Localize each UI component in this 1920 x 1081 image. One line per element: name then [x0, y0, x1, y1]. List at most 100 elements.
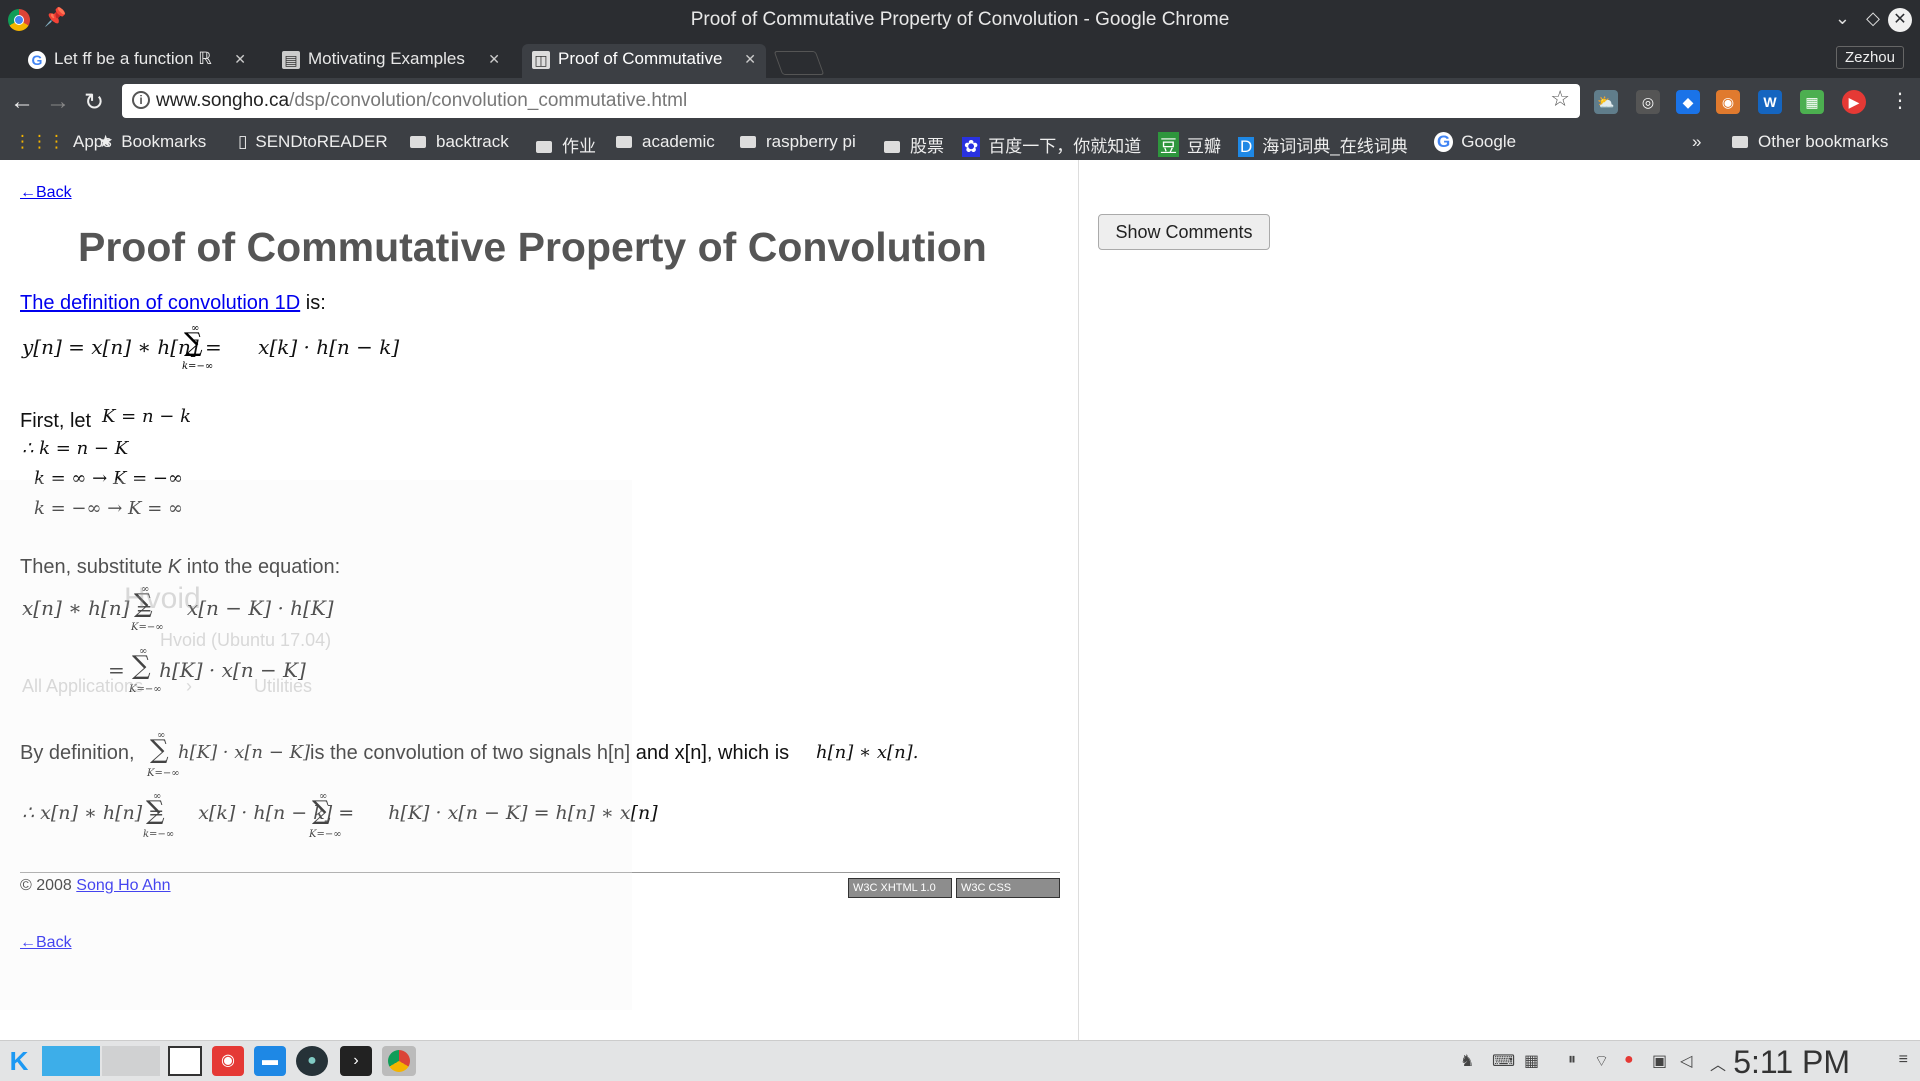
window-titlebar: 📌 Proof of Commutative Property of Convo… [0, 0, 1920, 40]
clock[interactable]: 5:11 PM [1733, 1044, 1850, 1081]
back-link-bottom[interactable]: ←Back [20, 934, 72, 952]
bookmark-label: Google [1461, 132, 1517, 151]
owl-extension-icon[interactable]: ◉ [1716, 90, 1740, 114]
author-link[interactable]: Song Ho Ahn [76, 877, 170, 894]
step-1: ∴ k = n − K [22, 438, 129, 459]
bookmark-homework[interactable]: 作业 [536, 132, 596, 157]
tab-3-active[interactable]: ◫ Proof of Commutative ✕ [522, 44, 766, 78]
terminal-icon[interactable]: › [340, 1046, 372, 1076]
panel-menu-icon[interactable]: ≡ [1899, 1051, 1908, 1069]
chrome-menu-icon[interactable]: ⋮ [1890, 88, 1910, 113]
address-bar[interactable]: i www.songho.ca/dsp/convolution/convolut… [122, 84, 1580, 118]
keyboard-icon[interactable]: ⌨ [1492, 1051, 1515, 1071]
reload-icon[interactable]: ↻ [84, 88, 104, 117]
by-definition-explanation: is the convolution of two signals h[n] a… [310, 742, 790, 764]
profile-button[interactable]: Zezhou [1835, 46, 1904, 69]
baidu-icon: ✿ [962, 137, 981, 157]
tab-label: Motivating Examples [308, 49, 465, 68]
system-monitor-icon[interactable]: ● [296, 1046, 328, 1076]
article-content: ←Back Proof of Commutative Property of C… [0, 160, 1079, 1040]
apps-grid-icon: ⋮⋮⋮ [14, 132, 65, 151]
bookmark-label: 海词词典_在线词典 [1262, 137, 1408, 156]
book-icon: ▤ [282, 51, 300, 69]
sum-lower: K=−∞ [131, 622, 164, 633]
step-2: k = ∞ → K = −∞ [34, 468, 184, 489]
chrome-taskbar-button[interactable] [382, 1046, 416, 1076]
chrome-icon [388, 1050, 410, 1072]
keyboard-layout-icon[interactable]: ▦ [1524, 1051, 1539, 1071]
substitute-variable: K [167, 556, 182, 578]
forward-arrow-icon[interactable]: → [46, 88, 70, 116]
shield-extension-icon[interactable]: ◆ [1676, 90, 1700, 114]
w-extension-icon[interactable]: W [1758, 90, 1782, 114]
clipboard-icon[interactable]: ▣ [1652, 1051, 1667, 1071]
bookmark-douban[interactable]: 豆豆瓣 [1158, 132, 1221, 157]
step-3: k = −∞ → K = ∞ [34, 498, 184, 519]
close-window-button[interactable]: ✕ [1888, 8, 1912, 32]
tray-expand-icon[interactable]: ︿ [1710, 1051, 1726, 1075]
back-arrow-icon[interactable]: ← [10, 88, 34, 116]
window-icon[interactable] [168, 1046, 202, 1076]
xhtml-badge[interactable]: W3C XHTML 1.0 [848, 878, 952, 898]
copyright: © 2008 Song Ho Ahn [20, 877, 171, 895]
desktop-pager-1[interactable] [42, 1046, 100, 1076]
tab-close-icon[interactable]: ✕ [744, 44, 756, 74]
play-extension-icon[interactable]: ▶ [1842, 90, 1866, 114]
new-tab-button[interactable] [773, 51, 825, 75]
bookmark-google[interactable]: G Google [1434, 132, 1516, 152]
bydef-result: h[n] ∗ x[n]. [816, 742, 919, 763]
page-title: Proof of Commutative Property of Convolu… [78, 224, 987, 270]
bookmark-label: SENDtoREADER [255, 132, 388, 151]
page-icon: ▯ [238, 132, 248, 151]
user-alert-icon[interactable]: ● [1624, 1051, 1634, 1069]
file-manager-icon[interactable]: ▬ [254, 1046, 286, 1076]
tab-close-icon[interactable]: ✕ [234, 44, 246, 74]
netease-music-icon[interactable]: ◉ [212, 1046, 244, 1076]
info-icon[interactable]: i [132, 91, 150, 109]
sum-lower: k=−∞ [182, 361, 214, 372]
bookmark-dict[interactable]: D 海词词典_在线词典 [1238, 132, 1416, 157]
data-saver-extension-icon[interactable]: ⛅ [1594, 90, 1618, 114]
volume-icon[interactable]: ◁ [1680, 1051, 1692, 1071]
url-text[interactable]: www.songho.ca/dsp/convolution/convolutio… [156, 90, 687, 112]
bookmark-raspberry-pi[interactable]: raspberry pi [740, 132, 856, 152]
minimize-icon[interactable]: ⌄ [1835, 8, 1850, 29]
tab-2[interactable]: ▤ Motivating Examples ✕ [272, 44, 510, 78]
definition-line: The definition of convolution 1D is: [20, 292, 326, 315]
other-bookmarks[interactable]: Other bookmarks [1732, 132, 1888, 152]
sum-upper: ∞ [157, 730, 166, 741]
bookmark-star-icon[interactable]: ☆ [1550, 86, 1570, 112]
bookmark-stocks[interactable]: 股票 [884, 132, 944, 157]
google-icon: G [28, 51, 46, 69]
reader-extension-icon[interactable]: ◎ [1636, 90, 1660, 114]
browser-toolbar: ← → ↻ i www.songho.ca/dsp/convolution/co… [0, 78, 1920, 126]
grid-extension-icon[interactable]: ▦ [1800, 90, 1824, 114]
kde-launcher-icon[interactable]: K [4, 1046, 34, 1076]
show-comments-button[interactable]: Show Comments [1098, 214, 1270, 250]
bookmark-label: 豆瓣 [1187, 137, 1221, 156]
kde-connect-icon[interactable]: ♞ [1460, 1051, 1474, 1071]
url-domain: www.songho.ca [156, 90, 290, 111]
bookmark-backtrack[interactable]: backtrack [410, 132, 509, 152]
bookmark-academic[interactable]: academic [616, 132, 715, 152]
bookmark-bookmarks[interactable]: ★ Bookmarks [98, 132, 206, 152]
substitute-text-1: Then, substitute [20, 556, 168, 578]
bookmark-baidu[interactable]: ✿ 百度一下，你就知道 [962, 132, 1142, 157]
page-icon: ◫ [532, 51, 550, 69]
definition-link[interactable]: The definition of convolution 1D [20, 292, 300, 314]
bookmarks-overflow-button[interactable]: » [1692, 132, 1701, 152]
css-badge[interactable]: W3C CSS [956, 878, 1060, 898]
folder-icon [740, 136, 756, 148]
desktop-pager-2[interactable] [102, 1046, 160, 1076]
back-link-top[interactable]: ←Back [20, 184, 72, 202]
wifi-icon[interactable]: ⌔ [1594, 1051, 1609, 1071]
pause-icon[interactable]: ⏸ [1568, 1051, 1576, 1069]
maximize-icon[interactable]: ◇ [1866, 8, 1880, 29]
sum-upper: ∞ [141, 584, 150, 595]
dict-icon: D [1238, 137, 1255, 157]
eq-sub2-lhs: = [108, 658, 132, 682]
first-let-text: First, let [20, 410, 92, 432]
tab-1[interactable]: G Let ff be a function ℝ ✕ [18, 44, 256, 78]
tab-close-icon[interactable]: ✕ [488, 44, 500, 74]
bookmark-sendtoreader[interactable]: ▯ SENDtoREADER [238, 132, 388, 152]
